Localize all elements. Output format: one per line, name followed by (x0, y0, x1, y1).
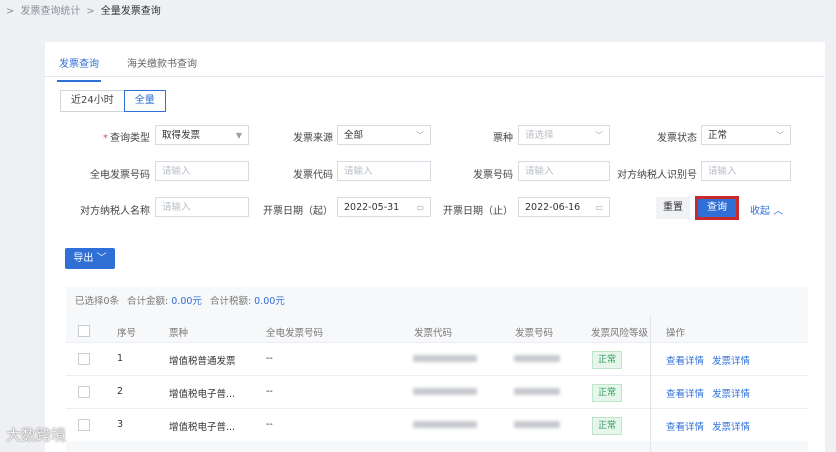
invoice-source-select[interactable]: 全部 ﹀ (337, 125, 431, 145)
redacted-invoice-code (413, 355, 477, 362)
col-header-type: 票种 (169, 328, 189, 339)
invoice-detail-link[interactable]: 发票详情 (712, 419, 750, 433)
einvoice-number-label: 全电发票号码 (90, 170, 150, 181)
row-no: 1 (117, 353, 124, 364)
risk-badge: 正常 (592, 384, 623, 402)
risk-badge: 正常 (592, 351, 623, 369)
redacted-invoice-code (413, 388, 477, 395)
total-amount: 0.00元 (171, 296, 202, 307)
collapse-toggle[interactable]: 收起 ︿ (750, 202, 783, 217)
redacted-invoice-number (514, 355, 560, 362)
row-type: 增值税普通发票 (169, 356, 236, 367)
invoice-number-input[interactable]: 请输入 (518, 161, 610, 181)
counterparty-name-input[interactable]: 请输入 (155, 197, 249, 217)
calendar-icon: ▭ (595, 203, 603, 212)
col-header-actions: 操作 (666, 328, 686, 339)
chevron-down-icon: ﹀ (776, 131, 784, 140)
selected-count: 已选择0条 (75, 296, 120, 307)
row-einvoice: -- (266, 386, 273, 397)
range-24h-button[interactable]: 近24小时 (60, 90, 125, 112)
invoice-number-label: 发票号码 (473, 170, 513, 181)
invoice-code-input[interactable]: 请输入 (337, 161, 431, 181)
view-detail-link[interactable]: 查看详情 (666, 386, 704, 400)
counterparty-taxid-input[interactable]: 请输入 (701, 161, 791, 181)
redacted-invoice-code (413, 421, 477, 428)
tab-divider (45, 76, 825, 77)
query-button[interactable]: 查询 (695, 196, 739, 220)
invoice-status-label: 发票状态 (657, 133, 697, 144)
redacted-invoice-number (514, 388, 560, 395)
row-no: 3 (117, 419, 124, 430)
row-no: 2 (117, 386, 124, 397)
column-divider (650, 315, 651, 452)
row-einvoice: -- (266, 353, 273, 364)
tab-customs-query[interactable]: 海关缴款书查询 (125, 52, 199, 82)
date-from-input[interactable]: 2022-05-31 ▭ (337, 197, 431, 217)
col-header-number: 发票号码 (515, 328, 554, 339)
redacted-invoice-number (514, 421, 560, 428)
tab-bar: 发票查询 海关缴款书查询 (57, 52, 199, 82)
risk-badge: 正常 (592, 417, 623, 435)
row-type: 增值税电子普... (169, 389, 236, 400)
invoice-status-select[interactable]: 正常 ﹀ (701, 125, 791, 145)
calendar-icon: ▭ (416, 203, 424, 212)
export-button[interactable]: 导出 ﹀ (65, 248, 115, 269)
breadcrumb-parent[interactable]: 发票查询统计 (20, 2, 80, 22)
table-row[interactable]: 1 增值税普通发票 -- 正常 查看详情 发票详情 (66, 342, 808, 375)
ticket-type-select[interactable]: 请选择 ﹀ (518, 125, 610, 145)
ticket-type-label: 票种 (493, 133, 513, 144)
chevron-down-icon: ﹀ (416, 131, 424, 140)
row-einvoice: -- (266, 419, 273, 430)
counterparty-taxid-label: 对方纳税人识别号 (617, 170, 697, 181)
breadcrumb: > 发票查询统计 > 全量发票查询 (0, 0, 161, 24)
invoice-code-label: 发票代码 (293, 170, 333, 181)
row-type: 增值税电子普... (169, 422, 236, 433)
invoice-source-label: 发票来源 (293, 133, 333, 144)
watermark: 大数跨境 (6, 426, 67, 444)
total-tax-label: 合计税额: (209, 296, 252, 307)
counterparty-name-label: 对方纳税人名称 (80, 206, 150, 217)
breadcrumb-sep: > (6, 6, 15, 17)
invoice-table: 已选择0条 合计金额: 0.00元 合计税额: 0.00元 序号 票种 全电发票… (66, 287, 808, 452)
query-type-label: * 查询类型 (103, 133, 150, 144)
row-checkbox[interactable] (78, 419, 90, 431)
table-row[interactable]: 3 增值税电子普... -- 正常 查看详情 发票详情 (66, 408, 808, 441)
date-to-label: 开票日期（止） (443, 206, 513, 217)
col-header-no: 序号 (117, 328, 137, 339)
breadcrumb-sep: > (86, 6, 95, 17)
row-checkbox[interactable] (78, 353, 90, 365)
chevron-down-icon: ﹀ (595, 131, 603, 140)
view-detail-link[interactable]: 查看详情 (666, 419, 704, 433)
col-header-code: 发票代码 (414, 328, 453, 339)
einvoice-number-input[interactable]: 请输入 (155, 161, 249, 181)
tab-invoice-query[interactable]: 发票查询 (57, 52, 101, 82)
total-tax: 0.00元 (254, 296, 285, 307)
date-to-input[interactable]: 2022-06-16 ▭ (518, 197, 610, 217)
table-row[interactable]: 2 增值税电子普... -- 正常 查看详情 发票详情 (66, 375, 808, 408)
range-all-button[interactable]: 全量 (123, 90, 166, 112)
reset-button[interactable]: 重置 (656, 197, 690, 219)
selection-summary: 已选择0条 合计金额: 0.00元 合计税额: 0.00元 (75, 293, 285, 307)
row-checkbox[interactable] (78, 386, 90, 398)
invoice-detail-link[interactable]: 发票详情 (712, 353, 750, 367)
col-header-einvoice: 全电发票号码 (266, 328, 324, 339)
query-type-select[interactable]: 取得发票 ▼ (155, 125, 249, 145)
select-all-checkbox[interactable] (78, 325, 90, 337)
range-toggle: 近24小时 全量 (60, 90, 166, 112)
chevron-down-icon: ﹀ (96, 253, 107, 264)
chevron-up-icon: ︿ (773, 206, 784, 217)
date-from-label: 开票日期（起） (263, 206, 333, 217)
query-panel: 发票查询 海关缴款书查询 近24小时 全量 * 查询类型 取得发票 ▼ 发票来源 全… (45, 42, 825, 452)
invoice-detail-link[interactable]: 发票详情 (712, 386, 750, 400)
col-header-risk: 发票风险等级 (591, 328, 649, 339)
total-amount-label: 合计金额: (127, 296, 169, 307)
caret-down-icon: ▼ (235, 131, 242, 140)
view-detail-link[interactable]: 查看详情 (666, 353, 704, 367)
breadcrumb-current: 全量发票查询 (100, 6, 161, 17)
